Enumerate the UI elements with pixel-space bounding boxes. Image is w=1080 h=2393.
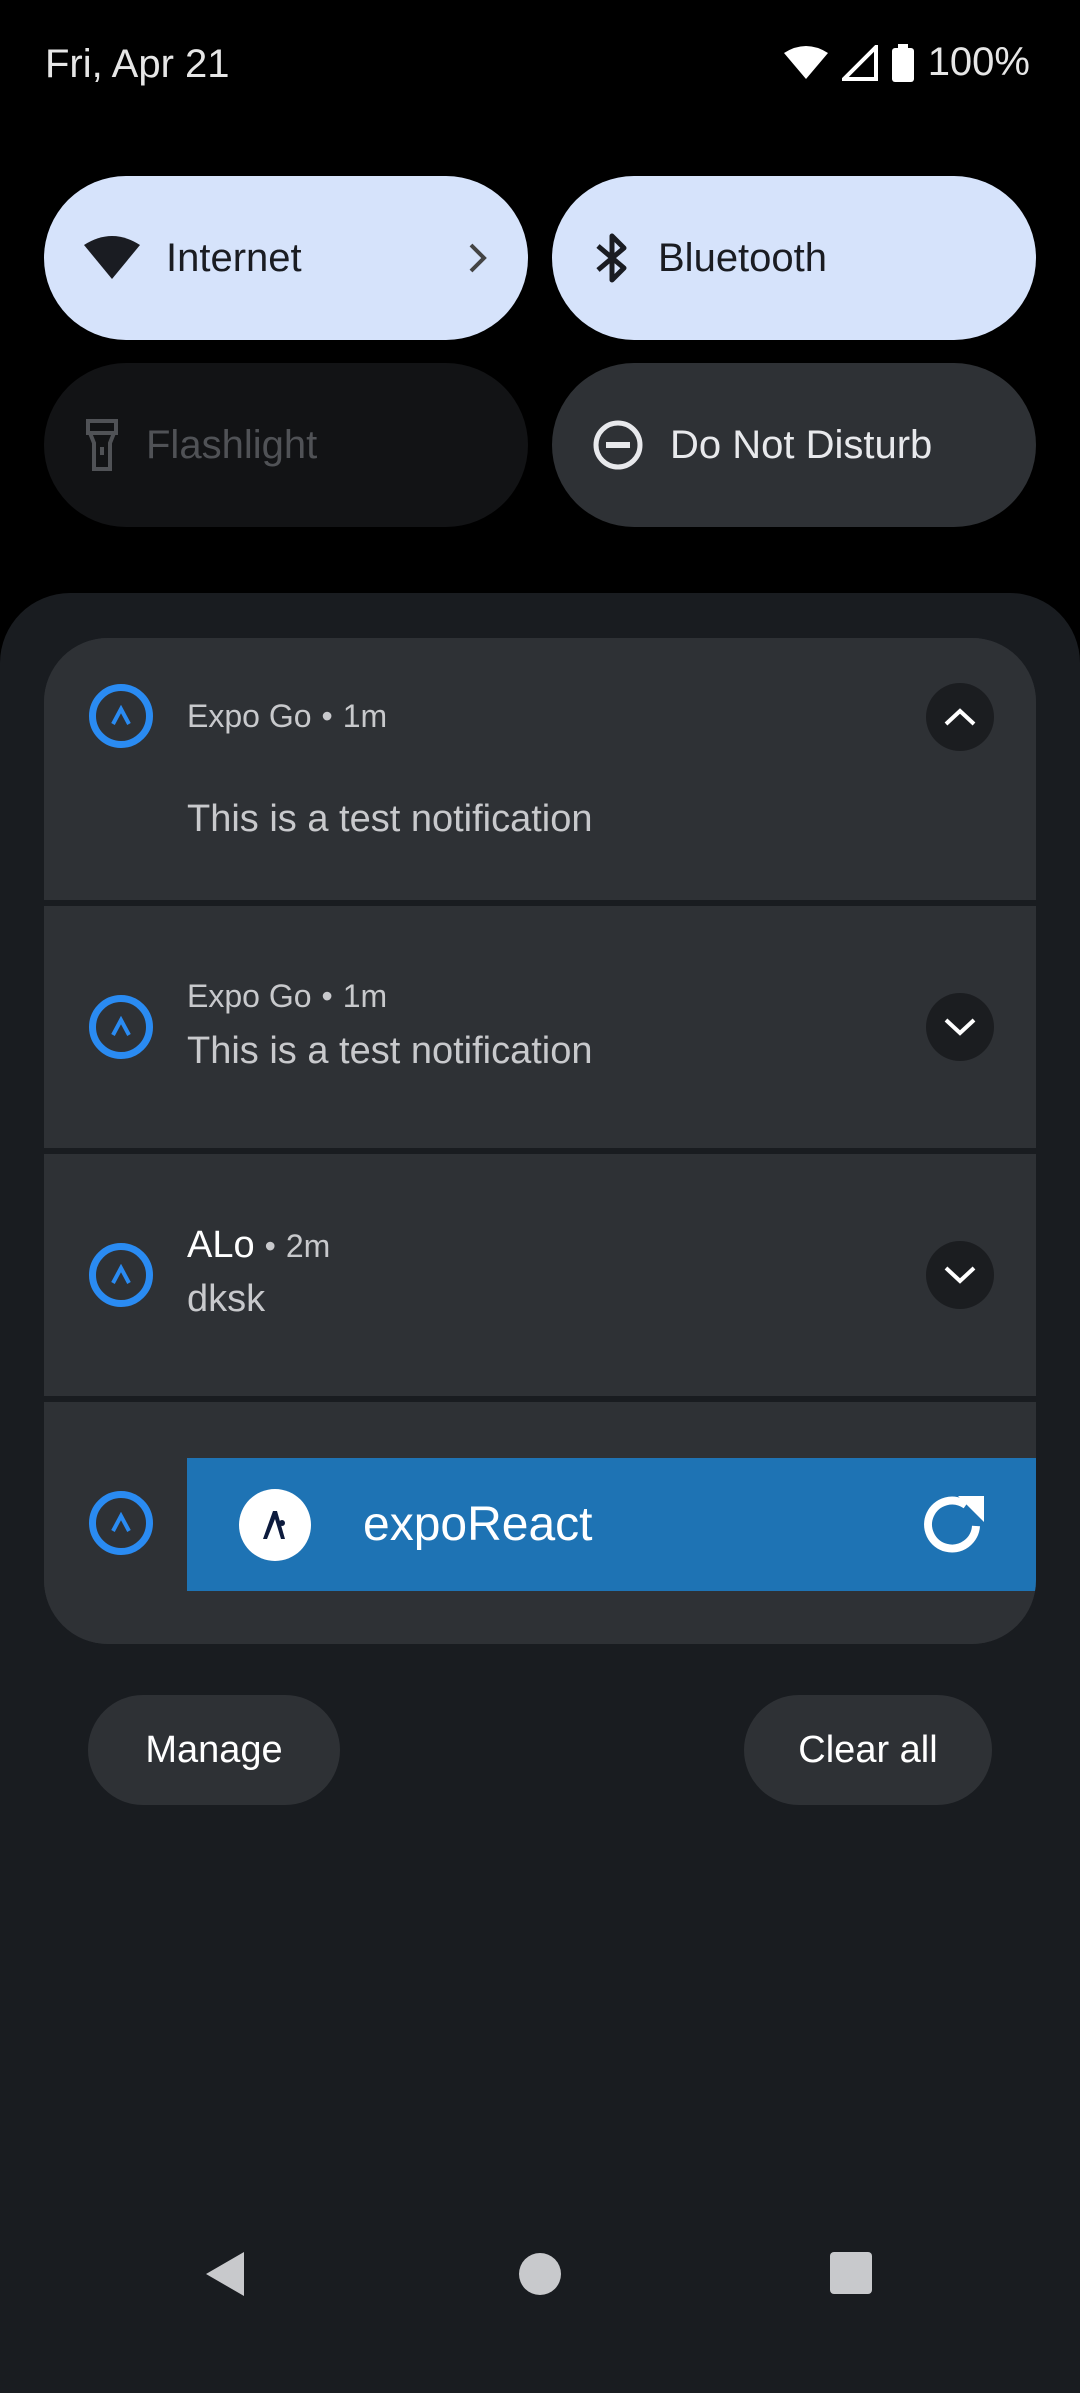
notification-app-name: Expo Go bbox=[187, 978, 312, 1014]
back-icon[interactable] bbox=[204, 2250, 248, 2298]
expand-button[interactable] bbox=[926, 1241, 994, 1309]
notification-app-name: Expo Go bbox=[187, 698, 312, 734]
chevron-down-icon bbox=[944, 1266, 976, 1284]
media-bar[interactable]: expoReact bbox=[187, 1458, 1036, 1591]
tile-bluetooth-label: Bluetooth bbox=[658, 235, 828, 280]
wifi-icon bbox=[84, 236, 140, 279]
tile-dnd-label: Do Not Disturb bbox=[670, 422, 933, 467]
wifi-icon bbox=[783, 45, 828, 79]
tile-internet[interactable]: Internet bbox=[44, 176, 528, 340]
expo-logo-icon bbox=[111, 1264, 131, 1284]
bluetooth-icon bbox=[596, 233, 627, 283]
refresh-icon[interactable] bbox=[918, 1492, 990, 1558]
notification-app-name: ALo bbox=[187, 1224, 255, 1266]
status-date: Fri, Apr 21 bbox=[45, 42, 230, 86]
notification-time: 1m bbox=[342, 978, 388, 1014]
status-icons: 100% bbox=[783, 40, 1030, 85]
flashlight-icon bbox=[86, 419, 118, 471]
notification-text: This is a test notification bbox=[187, 1030, 593, 1072]
chevron-right-icon bbox=[469, 243, 487, 273]
cell-signal-icon bbox=[841, 44, 878, 81]
tile-flashlight[interactable]: Flashlight bbox=[44, 363, 528, 527]
app-logo-icon bbox=[263, 1510, 285, 1539]
notification-time: 2m bbox=[285, 1228, 331, 1264]
expo-app-icon bbox=[89, 1491, 153, 1555]
notification-item[interactable]: Expo Go • 1m This is a test notification bbox=[44, 906, 1036, 1148]
home-icon[interactable] bbox=[518, 2252, 562, 2296]
expo-logo-icon bbox=[111, 1016, 131, 1036]
tile-internet-label: Internet bbox=[166, 235, 302, 280]
tile-flashlight-label: Flashlight bbox=[146, 422, 318, 467]
navigation-bar bbox=[0, 2230, 1080, 2310]
notification-text: dksk bbox=[187, 1278, 266, 1320]
clear-all-button[interactable]: Clear all bbox=[744, 1695, 992, 1805]
chevron-down-icon bbox=[944, 1018, 976, 1036]
notification-meta: ALo • 2m bbox=[187, 1224, 331, 1266]
do-not-disturb-icon bbox=[593, 420, 643, 470]
recents-icon[interactable] bbox=[830, 2252, 872, 2294]
tile-bluetooth[interactable]: Bluetooth bbox=[552, 176, 1036, 340]
manage-button[interactable]: Manage bbox=[88, 1695, 340, 1805]
notification-text: This is a test notification bbox=[187, 798, 593, 840]
battery-percent: 100% bbox=[927, 40, 1030, 84]
expo-react-logo-icon bbox=[239, 1488, 311, 1561]
expand-button[interactable] bbox=[926, 993, 994, 1061]
notification-time: 1m bbox=[342, 698, 388, 734]
collapse-button[interactable] bbox=[926, 683, 994, 751]
battery-icon bbox=[891, 43, 914, 82]
notification-item[interactable]: ALo • 2m dksk bbox=[44, 1154, 1036, 1396]
expo-app-icon bbox=[89, 995, 153, 1059]
chevron-up-icon bbox=[944, 708, 976, 726]
notification-meta: Expo Go • 1m bbox=[187, 698, 388, 734]
notification-item[interactable]: Expo Go • 1m This is a test notification bbox=[44, 638, 1036, 900]
media-title: expoReact bbox=[363, 1498, 593, 1551]
notification-group: Expo Go • 1m This is a test notification E… bbox=[44, 638, 1036, 1644]
expo-app-icon bbox=[89, 684, 153, 748]
tile-do-not-disturb[interactable]: Do Not Disturb bbox=[552, 363, 1036, 527]
notification-meta: Expo Go • 1m bbox=[187, 978, 388, 1014]
expo-logo-icon bbox=[111, 1512, 131, 1532]
expo-logo-icon bbox=[111, 705, 131, 725]
expo-app-icon bbox=[89, 1243, 153, 1307]
